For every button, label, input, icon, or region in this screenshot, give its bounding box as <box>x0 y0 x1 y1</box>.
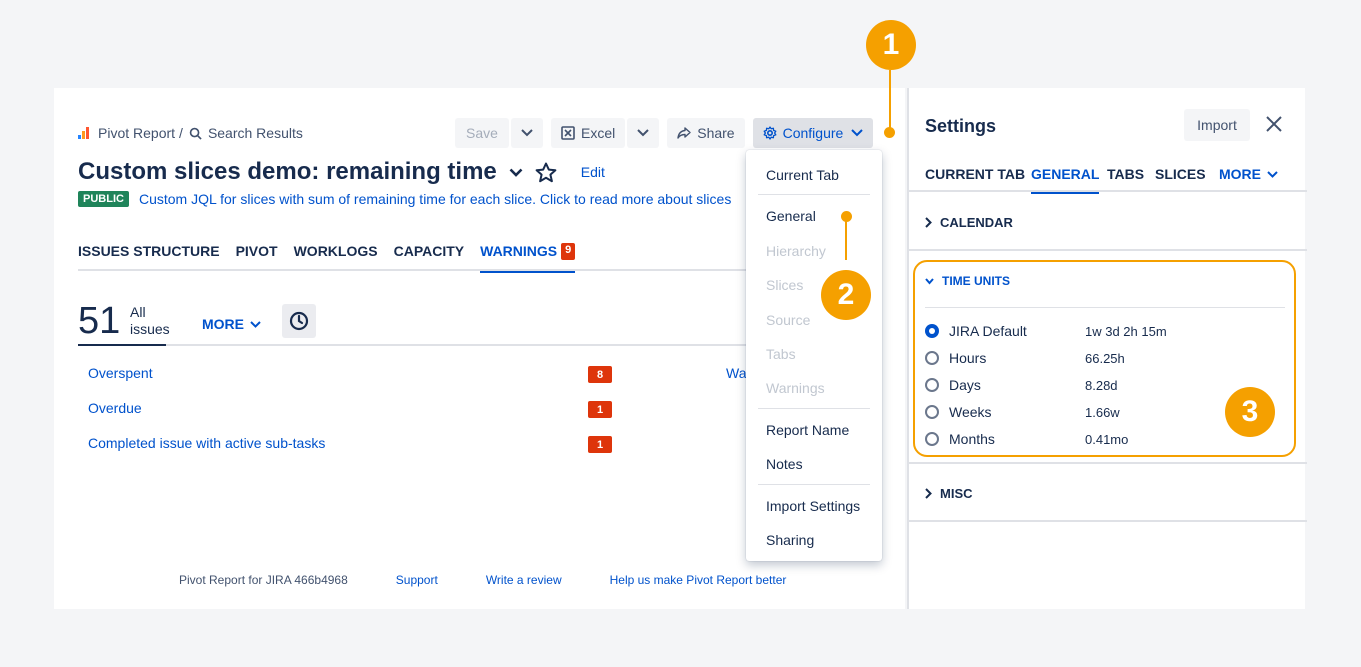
callout-1-line <box>889 70 891 128</box>
breadcrumb-separator: / <box>179 125 183 141</box>
excel-icon <box>561 126 575 140</box>
warnings-list: Overspent 8 Wa Overdue 1 Completed issue… <box>88 365 788 470</box>
menu-item-tabs: Tabs <box>766 346 796 362</box>
share-icon <box>677 127 691 139</box>
list-item: Completed issue with active sub-tasks 1 <box>88 435 788 470</box>
menu-divider <box>758 484 870 485</box>
chevron-down-icon <box>521 129 533 137</box>
menu-divider <box>758 194 870 195</box>
report-tabs: ISSUES STRUCTURE PIVOT WORKLOGS CAPACITY… <box>78 243 758 273</box>
tab-capacity[interactable]: CAPACITY <box>394 243 465 271</box>
issue-count-label: All issues <box>130 304 170 337</box>
star-icon[interactable] <box>535 162 557 183</box>
toolbar: Save Excel Share Configure <box>455 118 874 148</box>
warning-count-badge: 1 <box>588 401 612 418</box>
callout-2: 2 <box>821 270 871 320</box>
tab-warnings[interactable]: WARNINGS 9 <box>480 243 576 273</box>
calendar-section-toggle[interactable]: CALENDAR <box>925 215 1013 230</box>
callout-2-line <box>845 218 847 260</box>
footer-version: Pivot Report for JIRA 466b4968 <box>179 573 348 587</box>
more-dropdown[interactable]: MORE <box>202 316 261 332</box>
counter-row: 51 All issues MORE <box>78 301 758 346</box>
tab-current-tab[interactable]: CURRENT TAB <box>925 166 1025 192</box>
all-issues-counter[interactable]: 51 All issues <box>78 300 170 346</box>
history-button[interactable] <box>282 304 316 338</box>
menu-item-current-tab[interactable]: Current Tab <box>766 167 839 183</box>
chevron-down-icon <box>1267 171 1278 178</box>
breadcrumb-app-link[interactable]: Pivot Report <box>98 125 175 141</box>
breadcrumb: Pivot Report / Search Results <box>78 125 303 141</box>
excel-label: Excel <box>581 125 616 141</box>
warning-count-badge: 8 <box>588 366 612 383</box>
excel-options-button[interactable] <box>627 118 660 148</box>
section-divider <box>909 520 1307 522</box>
share-label: Share <box>697 125 735 141</box>
callout-1: 1 <box>866 20 916 70</box>
footer-support-link[interactable]: Support <box>396 573 438 587</box>
save-button[interactable]: Save <box>455 118 509 148</box>
menu-divider <box>758 408 870 409</box>
list-item: Overspent 8 Wa <box>88 365 788 400</box>
tab-pivot[interactable]: PIVOT <box>236 243 278 271</box>
menu-item-general[interactable]: General <box>766 208 816 224</box>
warning-link[interactable]: Overspent <box>88 365 153 381</box>
share-button[interactable]: Share <box>667 118 745 148</box>
menu-item-source: Source <box>766 312 811 328</box>
tab-tabs[interactable]: TABS <box>1107 166 1144 192</box>
footer-help-link[interactable]: Help us make Pivot Report better <box>610 573 787 587</box>
chevron-down-icon <box>637 129 649 137</box>
warning-count-badge: 1 <box>588 436 612 453</box>
save-options-button[interactable] <box>511 118 543 148</box>
tab-more[interactable]: MORE <box>1219 166 1278 192</box>
chevron-down-icon <box>851 129 864 137</box>
import-button[interactable]: Import <box>1184 109 1250 141</box>
close-icon[interactable] <box>1265 115 1283 133</box>
menu-item-warnings: Warnings <box>766 380 825 396</box>
public-badge: PUBLIC <box>78 191 129 207</box>
tab-slices[interactable]: SLICES <box>1155 166 1206 192</box>
title-row: Custom slices demo: remaining time Edit <box>78 158 605 186</box>
gear-icon <box>763 126 777 140</box>
section-divider <box>909 249 1307 251</box>
settings-title: Settings <box>925 116 997 136</box>
chevron-right-icon <box>925 217 932 228</box>
page-title: Custom slices demo: remaining time <box>78 158 497 185</box>
tab-worklogs[interactable]: WORKLOGS <box>294 243 378 271</box>
tab-issues-structure[interactable]: ISSUES STRUCTURE <box>78 243 220 271</box>
issue-count: 51 <box>78 300 121 342</box>
menu-item-import-settings[interactable]: Import Settings <box>766 498 860 514</box>
callout-1-dot <box>884 127 895 138</box>
menu-item-notes[interactable]: Notes <box>766 456 803 472</box>
configure-button[interactable]: Configure <box>752 118 874 148</box>
settings-tabs: CURRENT TAB GENERAL TABS SLICES MORE <box>909 166 1307 194</box>
configure-menu: Current Tab General Hierarchy Slices Sou… <box>746 150 882 561</box>
configure-label: Configure <box>782 125 844 141</box>
section-divider <box>909 462 1307 464</box>
clock-icon <box>289 311 309 331</box>
menu-item-sharing[interactable]: Sharing <box>766 532 814 548</box>
pivot-report-logo-icon <box>78 127 90 139</box>
excel-button[interactable]: Excel <box>551 118 626 148</box>
misc-section-toggle[interactable]: MISC <box>925 486 973 501</box>
footer: Pivot Report for JIRA 466b4968 Support W… <box>179 573 834 587</box>
menu-item-slices: Slices <box>766 277 804 293</box>
warning-link[interactable]: Overdue <box>88 400 142 416</box>
breadcrumb-search-link[interactable]: Search Results <box>208 125 303 141</box>
tab-general[interactable]: GENERAL <box>1031 166 1100 194</box>
chevron-right-icon <box>925 488 932 499</box>
menu-item-report-name[interactable]: Report Name <box>766 422 849 438</box>
callout-3: 3 <box>1225 387 1275 437</box>
chevron-down-icon <box>250 320 261 328</box>
edit-link[interactable]: Edit <box>581 164 605 180</box>
warning-link[interactable]: Completed issue with active sub-tasks <box>88 435 325 451</box>
chevron-down-icon[interactable] <box>509 168 523 177</box>
warning-extra-link[interactable]: Wa <box>726 365 746 381</box>
description-row: PUBLIC Custom JQL for slices with sum of… <box>78 191 731 207</box>
search-icon <box>189 127 202 140</box>
description-link[interactable]: Custom JQL for slices with sum of remain… <box>139 191 731 207</box>
footer-review-link[interactable]: Write a review <box>486 573 562 587</box>
list-item: Overdue 1 <box>88 400 788 435</box>
menu-item-hierarchy: Hierarchy <box>766 243 826 259</box>
warnings-count-badge: 9 <box>561 243 576 260</box>
